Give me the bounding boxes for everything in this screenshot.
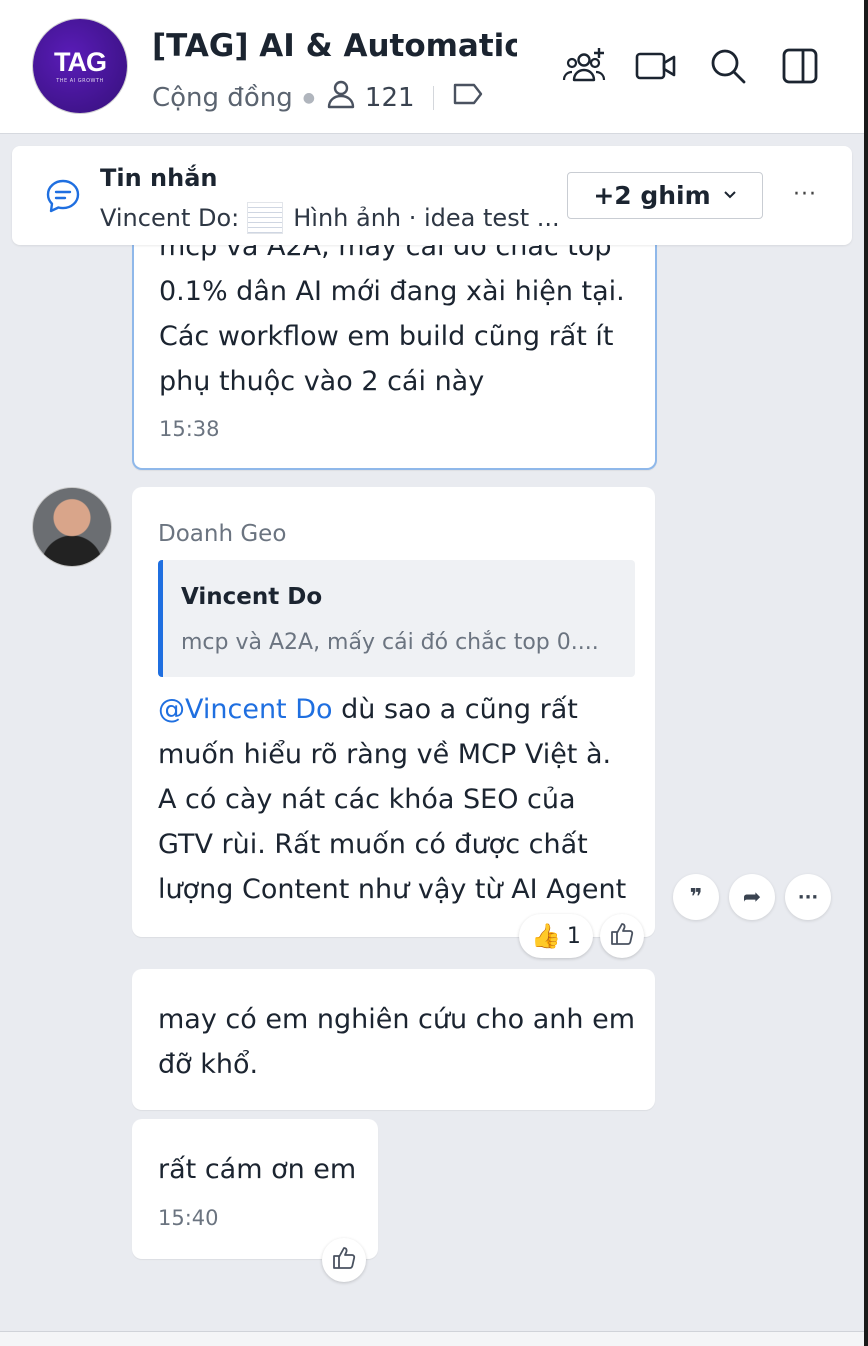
pinned-sender: Vincent Do:: [100, 204, 240, 232]
message-time: 15:38: [159, 417, 220, 441]
video-call-icon[interactable]: [634, 44, 678, 88]
quoted-author: Vincent Do: [181, 584, 323, 610]
group-type-label: Cộng đồng: [152, 82, 293, 113]
message-text: may có em nghiên cứu cho anh em đỡ khổ.: [158, 1004, 635, 1080]
pinned-message-bar[interactable]: Tin nhắn Vincent Do: Hình ảnh · idea tes…: [12, 146, 852, 245]
chevron-down-icon: [723, 188, 737, 204]
quoted-message[interactable]: Vincent Do mcp và A2A, mấy cái đó chắc t…: [158, 560, 635, 677]
member-icon[interactable]: [325, 78, 357, 117]
composer-edge: [0, 1331, 868, 1346]
quote-icon: ❞: [689, 884, 703, 910]
window-edge: [864, 0, 868, 1346]
like-button[interactable]: [600, 914, 644, 958]
message-text: @Vincent Do dù sao a cũng rất muốn hiểu …: [158, 687, 638, 912]
message-text: mcp và A2A, mấy cái đó chắc top 0.1% dân…: [159, 231, 625, 397]
group-logo-text: TAG: [54, 46, 107, 77]
message-more-button[interactable]: ···: [785, 874, 831, 920]
meta-dot: ●: [302, 89, 315, 106]
chat-header: TAG THE AI GROWTH [TAG] AI & Automation …: [0, 0, 864, 134]
more-icon: ···: [797, 886, 819, 908]
avatar[interactable]: [33, 488, 111, 566]
chat-bubble-icon: [45, 178, 81, 218]
pinned-preview-text: Hình ảnh · idea test ...: [293, 204, 560, 232]
like-button[interactable]: [322, 1238, 366, 1282]
more-pins-label: +2 ghim: [593, 181, 711, 210]
member-count[interactable]: 121: [365, 83, 415, 113]
add-member-icon[interactable]: [562, 44, 606, 88]
group-title[interactable]: [TAG] AI & Automation: [152, 28, 517, 64]
user-mention[interactable]: @Vincent Do: [158, 694, 333, 725]
thumbs-up-icon: [331, 1245, 357, 1275]
thumbs-up-icon: [609, 921, 635, 951]
sender-name: Doanh Geo: [158, 521, 287, 547]
forward-icon: ➦: [742, 884, 762, 910]
meta-divider: [432, 85, 434, 110]
message-body: dù sao a cũng rất muốn hiểu rõ ràng về M…: [158, 694, 627, 905]
forward-button[interactable]: ➦: [729, 874, 775, 920]
thumbs-up-emoji: 👍: [531, 922, 561, 950]
message-text: rất cám ơn em: [158, 1154, 357, 1185]
search-icon[interactable]: [706, 44, 750, 88]
pinned-title: Tin nhắn: [100, 164, 218, 192]
reaction-count: 1: [566, 923, 581, 949]
message-bubble[interactable]: Doanh Geo Vincent Do mcp và A2A, mấy cái…: [132, 487, 655, 937]
quoted-text: mcp và A2A, mấy cái đó chắc top 0....: [181, 630, 599, 655]
more-pins-button[interactable]: +2 ghim: [567, 172, 763, 219]
group-meta: Cộng đồng ● 121: [152, 78, 484, 117]
message-bubble[interactable]: may có em nghiên cứu cho anh em đỡ khổ.: [132, 969, 655, 1110]
message-time: 15:40: [158, 1206, 219, 1230]
group-avatar[interactable]: TAG THE AI GROWTH: [33, 19, 127, 113]
group-logo-subtext: THE AI GROWTH: [56, 77, 104, 84]
reaction-badge[interactable]: 👍 1: [519, 914, 593, 958]
pinned-preview: Vincent Do: Hình ảnh · idea test ...: [100, 202, 560, 234]
tag-icon[interactable]: [452, 81, 484, 114]
quote-reply-button[interactable]: ❞: [673, 874, 719, 920]
side-panel-icon[interactable]: [778, 44, 822, 88]
pinned-more-button[interactable]: ···: [787, 176, 823, 212]
image-thumbnail: [247, 202, 284, 234]
